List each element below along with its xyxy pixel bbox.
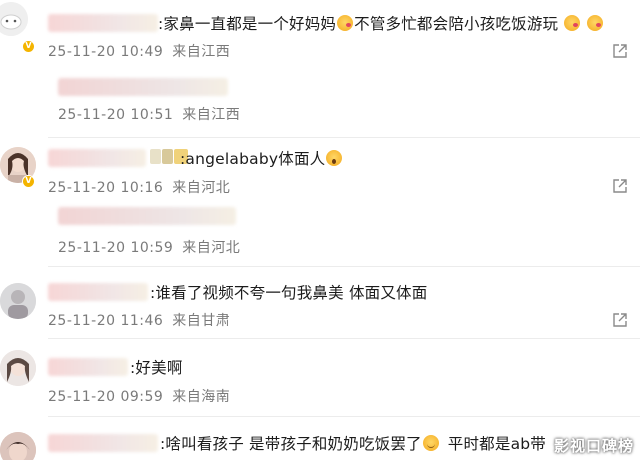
avatar-photo-icon	[0, 283, 36, 319]
comment-meta: 25-11-20 11:46 来自甘肃	[48, 310, 230, 330]
avatar-icon	[0, 2, 28, 36]
avatar[interactable]	[0, 283, 36, 319]
share-icon[interactable]	[612, 312, 628, 328]
reply-location: 来自河北	[182, 240, 241, 256]
watermark: 影视口碑榜	[553, 437, 634, 455]
divider	[48, 266, 640, 267]
comment-meta: 25-11-20 09:59 来自海南	[48, 386, 230, 406]
comment-time: 25-11-20 10:49	[48, 44, 164, 60]
comment-text: :啥叫看孩子 是带孩子和奶奶吃饭罢了 平时都是ab带	[160, 432, 546, 454]
comment-location: 来自海南	[172, 389, 231, 405]
comment-text-after: 不管多忙都会陪小孩吃饭游玩	[354, 15, 559, 33]
share-icon[interactable]	[612, 178, 628, 194]
avatar[interactable]	[0, 432, 36, 460]
verified-badge-icon: V	[22, 175, 35, 188]
reply-meta: 25-11-20 10:59 来自河北	[58, 237, 240, 257]
comment-text: :angelababy体面人	[180, 147, 343, 169]
reply-time: 25-11-20 10:51	[58, 107, 174, 123]
comment-location: 来自河北	[172, 180, 231, 196]
kiss-emoji-icon	[337, 15, 354, 31]
divider	[48, 416, 640, 417]
comment-time: 25-11-20 09:59	[48, 389, 164, 405]
avatar[interactable]	[0, 2, 28, 36]
comment-time: 25-11-20 11:46	[48, 313, 164, 329]
username-blurred[interactable]	[48, 358, 128, 376]
kiss-emoji-icon	[587, 15, 604, 31]
avatar[interactable]	[0, 350, 36, 386]
comment-location: 来自甘肃	[172, 313, 231, 329]
divider	[48, 338, 640, 339]
username-blurred[interactable]	[48, 14, 158, 32]
comment-meta: 25-11-20 10:49 来自江西	[48, 41, 230, 61]
reply-username-blurred[interactable]	[58, 207, 236, 225]
surprised-emoji-icon	[326, 150, 343, 166]
comment-text: :好美啊	[130, 356, 183, 378]
comment-text: :谁看了视频不夸一句我鼻美 体面又体面	[150, 281, 427, 303]
comment-text: :家鼻一直都是一个好妈妈 不管多忙都会陪小孩吃饭游玩	[158, 12, 604, 34]
reply-meta: 25-11-20 10:51 来自江西	[58, 104, 240, 124]
verified-badge-icon: V	[22, 40, 35, 53]
avatar-photo-icon	[0, 350, 36, 386]
username-blurred[interactable]	[48, 434, 158, 452]
comment-text-main: :家鼻一直都是一个好妈妈	[158, 15, 337, 33]
reply-location: 来自江西	[182, 107, 241, 123]
username-blurred[interactable]	[48, 283, 148, 301]
reply-username-blurred[interactable]	[58, 78, 228, 96]
share-icon[interactable]	[612, 43, 628, 59]
comment-time: 25-11-20 10:16	[48, 180, 164, 196]
kiss-emoji-icon	[564, 15, 581, 31]
smile-emoji-icon	[422, 435, 439, 451]
comment-text-main: :好美啊	[130, 359, 183, 377]
comment-meta: 25-11-20 10:16 来自河北	[48, 177, 230, 197]
divider	[48, 137, 640, 138]
avatar-photo-icon	[0, 432, 36, 460]
comment-text-after: 平时都是ab带	[447, 435, 547, 453]
username-blurred[interactable]	[48, 149, 146, 167]
comment-location: 来自江西	[172, 44, 231, 60]
reply-time: 25-11-20 10:59	[58, 240, 174, 256]
comment-text-main: :angelababy体面人	[180, 150, 326, 168]
comment-text-main: :谁看了视频不夸一句我鼻美 体面又体面	[150, 284, 428, 302]
comment-text-main: :啥叫看孩子 是带孩子和奶奶吃饭罢了	[160, 435, 422, 453]
